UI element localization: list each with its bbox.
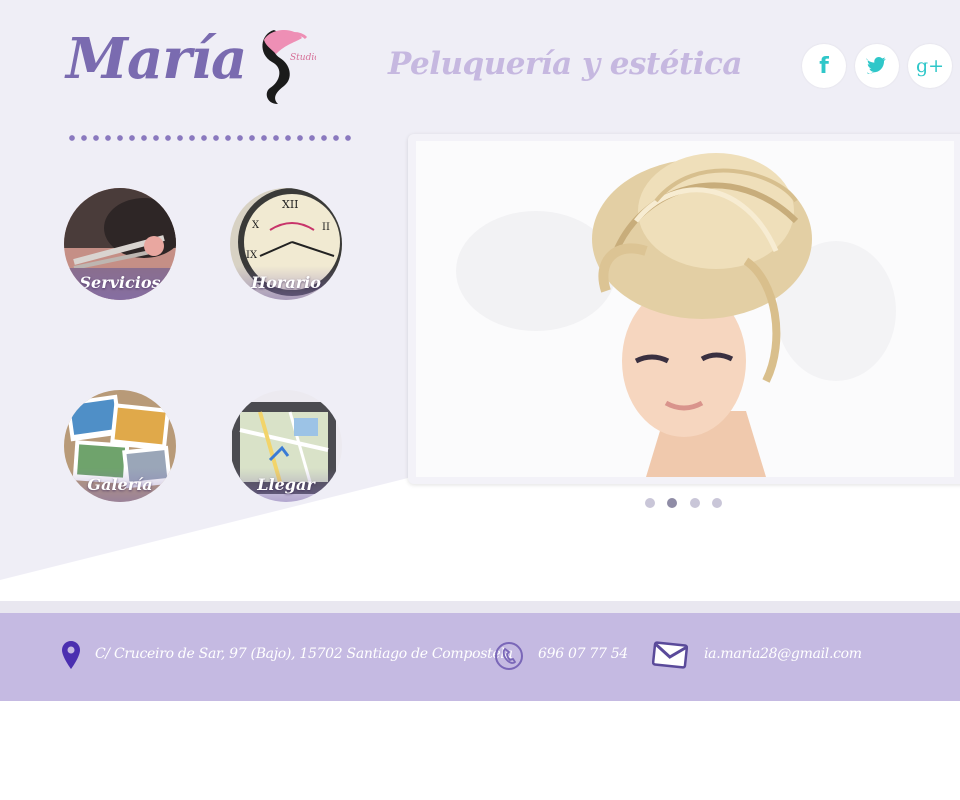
facebook-button[interactable]: f [802,44,846,88]
google-plus-icon: g+ [915,55,945,77]
menu-tile-label: Horario [251,273,321,292]
slider-dot-1[interactable] [645,498,655,508]
logo-studio-text: Studio [290,53,316,63]
svg-text:XII: XII [282,198,299,211]
google-plus-button[interactable]: g+ [908,44,952,88]
footer-email[interactable]: ia.maria28@gmail.com [704,646,862,662]
menu-tile-label: Llegar [257,475,315,494]
logo-woman-silhouette-icon[interactable]: Studio [250,24,320,108]
slide-image-hairstyle[interactable] [416,141,954,477]
twitter-bird-icon [866,57,886,74]
menu-tile-label: Galería [87,475,153,494]
footer-address: C/ Cruceiro de Sar, 97 (Bajo), 15702 San… [95,646,513,662]
menu-tile-servicios[interactable]: Servicios [64,188,176,300]
slider-dot-2-active[interactable] [667,498,677,508]
menu-tile-galeria[interactable]: Galería [64,390,176,502]
email-envelope-icon [652,641,688,669]
slider-dot-3[interactable] [690,498,700,508]
footer-phone[interactable]: 696 07 77 54 [538,646,628,662]
twitter-button[interactable] [855,44,899,88]
site-brand-title[interactable]: María [66,26,247,92]
svg-text:IX: IX [246,250,258,261]
location-pin-icon [62,641,80,669]
hairstyle-model-photo [416,141,954,477]
svg-text:II: II [322,222,330,233]
svg-text:X: X [252,220,260,231]
slider-dot-4[interactable] [712,498,722,508]
menu-tile-horario[interactable]: XII II X IX Horario [230,188,342,300]
menu-tile-llegar[interactable]: Llegar [230,390,342,502]
menu-tile-label: Servicios [79,273,161,292]
footer-top-strip [0,601,960,613]
phone-icon [495,642,523,670]
dotted-divider [66,134,356,142]
site-tagline: Peluquería y estética [388,46,743,82]
facebook-icon: f [819,53,829,79]
